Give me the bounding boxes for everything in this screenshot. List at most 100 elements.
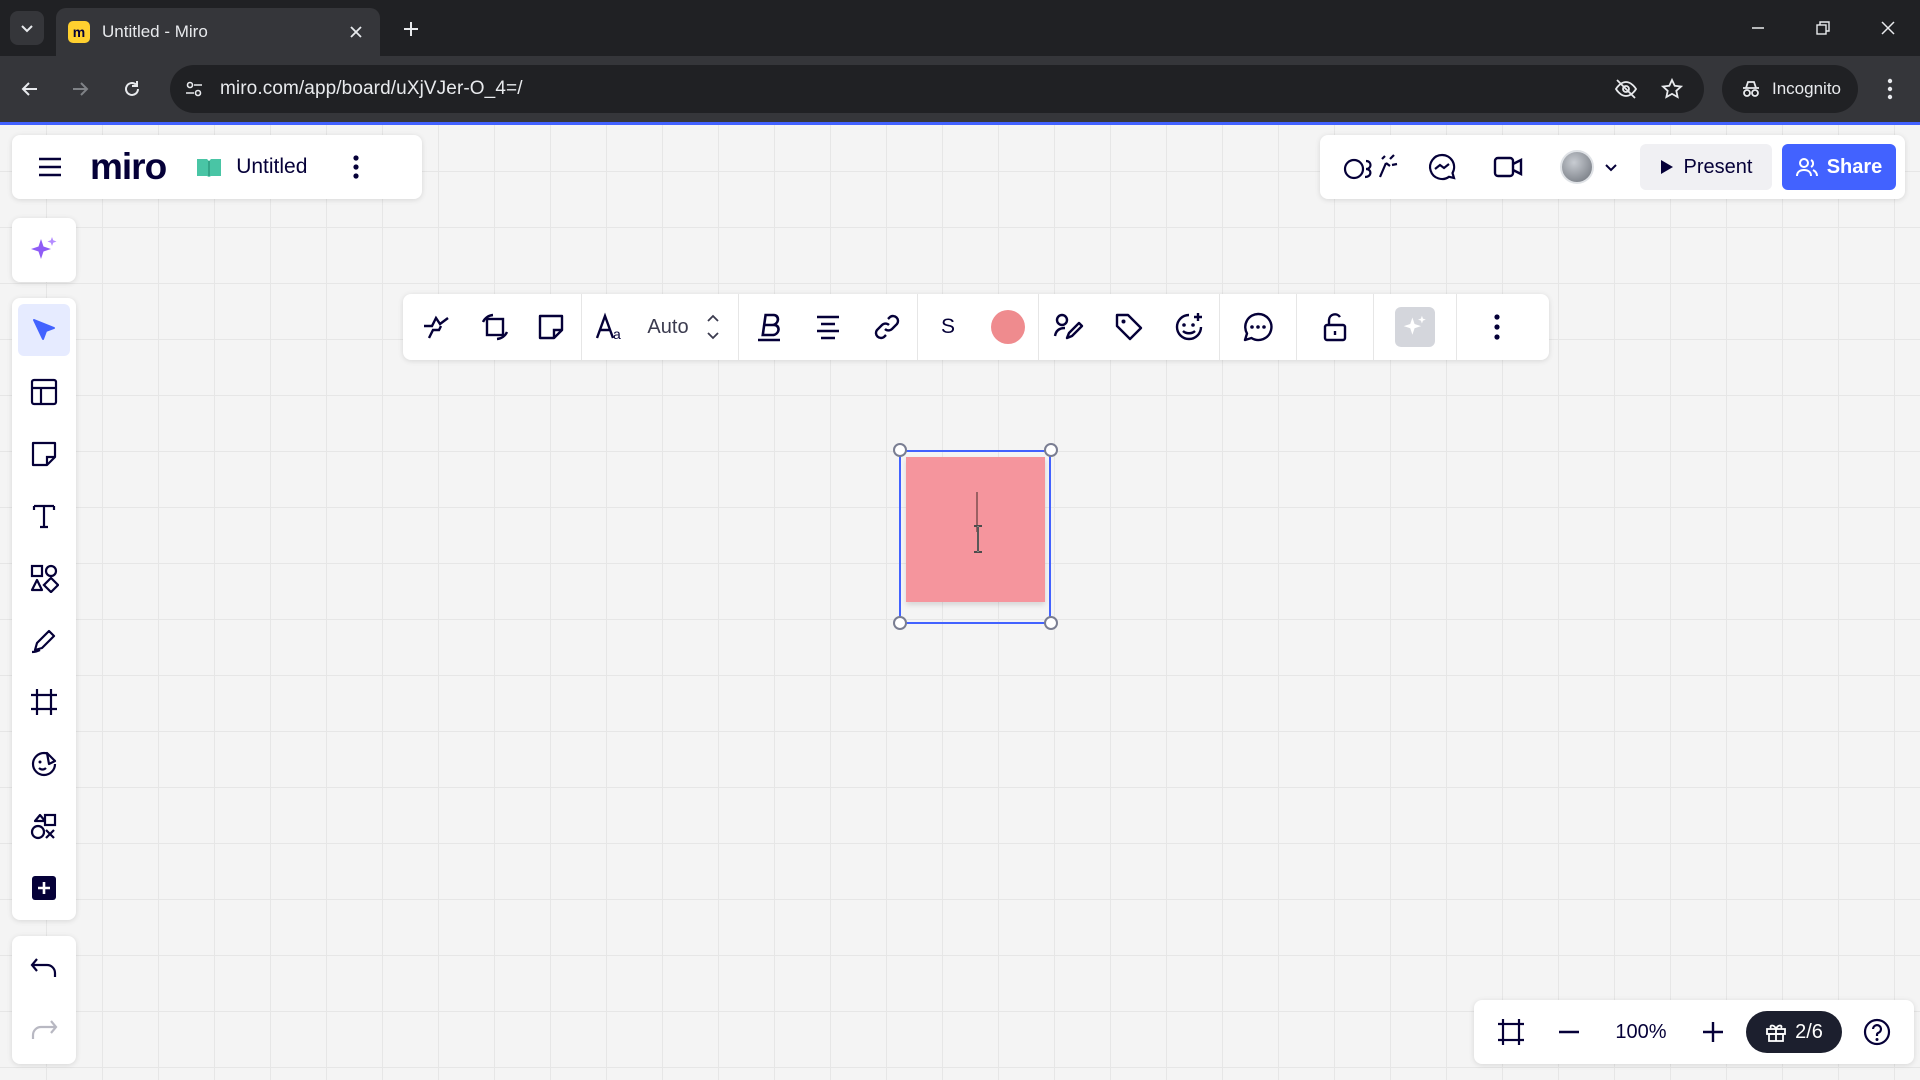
ai-assist-button[interactable] [18, 224, 70, 276]
present-button[interactable]: Present [1640, 144, 1772, 190]
close-icon [1881, 21, 1895, 35]
select-tool[interactable] [18, 304, 70, 356]
diagramming-tool[interactable] [18, 800, 70, 852]
more-vertical-icon [1887, 78, 1893, 100]
frame-tool[interactable] [18, 676, 70, 728]
tag-icon [1115, 313, 1143, 341]
sticky-type-button[interactable] [403, 294, 469, 360]
avatar[interactable] [1560, 150, 1594, 184]
redo-button[interactable] [18, 1004, 70, 1056]
restore-button[interactable] [1801, 8, 1845, 48]
omnibox[interactable]: miro.com/app/board/uXjVJer-O_4=/ [170, 65, 1704, 113]
link-button[interactable] [857, 294, 917, 360]
shapes-tool[interactable] [18, 552, 70, 604]
collaborators-dropdown[interactable] [1548, 144, 1630, 190]
author-button[interactable] [1039, 294, 1099, 360]
collaboration-bar: Present Share [1320, 135, 1905, 199]
zoom-level[interactable]: 100% [1598, 1021, 1684, 1044]
fit-to-screen-button[interactable] [1482, 1004, 1540, 1060]
share-button[interactable]: Share [1782, 144, 1896, 190]
incognito-indicator[interactable]: Incognito [1722, 65, 1858, 113]
video-call-button[interactable] [1482, 143, 1534, 191]
tag-button[interactable] [1099, 294, 1159, 360]
font-button[interactable]: a [582, 294, 638, 360]
resize-handle-top-right[interactable] [1044, 443, 1058, 457]
new-tab-button[interactable] [396, 14, 426, 44]
tab-title: Untitled - Miro [102, 22, 208, 41]
ai-actions-button[interactable] [1374, 294, 1456, 360]
board-book-icon[interactable] [196, 156, 222, 178]
pen-tool[interactable] [18, 614, 70, 666]
font-size-stepper[interactable] [698, 294, 728, 360]
forward-button[interactable] [64, 73, 96, 105]
rotate-shape-icon [481, 313, 509, 341]
zoom-in-button[interactable] [1684, 1004, 1742, 1060]
sticky-note-icon [538, 314, 564, 340]
window-close-button[interactable] [1866, 8, 1910, 48]
sticker-icon [31, 751, 57, 777]
frame-icon [31, 689, 57, 715]
resize-handle-bottom-left[interactable] [893, 616, 907, 630]
minimize-button[interactable] [1736, 8, 1780, 48]
url-text[interactable]: miro.com/app/board/uXjVJer-O_4=/ [220, 78, 523, 100]
chevron-up-icon[interactable] [706, 313, 720, 323]
whats-new-button[interactable]: 2/6 [1746, 1011, 1842, 1053]
plus-icon [1703, 1022, 1723, 1042]
templates-icon [30, 378, 58, 406]
font-size-field[interactable]: Auto [638, 294, 698, 360]
stickers-tool[interactable] [18, 738, 70, 790]
reload-button[interactable] [116, 73, 148, 105]
sticky-note-tool[interactable] [18, 428, 70, 480]
diagram-shapes-icon [30, 813, 57, 840]
eye-off-icon[interactable] [1614, 77, 1638, 101]
main-menu-button[interactable] [22, 139, 78, 195]
bold-icon [758, 313, 780, 342]
back-button[interactable] [14, 73, 46, 105]
align-button[interactable] [799, 294, 857, 360]
convert-shape-button[interactable] [469, 294, 521, 360]
tab-search-button[interactable] [10, 11, 44, 45]
color-button[interactable] [978, 294, 1038, 360]
sticky-stack-icon [424, 315, 449, 339]
bookmark-star-icon[interactable] [1660, 77, 1684, 101]
chevron-down-icon [21, 25, 33, 33]
browser-menu-button[interactable] [1874, 73, 1906, 105]
chat-button[interactable] [1416, 143, 1468, 191]
zoom-out-button[interactable] [1540, 1004, 1598, 1060]
browser-tab[interactable]: m Untitled - Miro [56, 8, 380, 56]
board-menu-button[interactable] [341, 147, 371, 187]
text-style-button[interactable]: S [918, 294, 978, 360]
unlock-icon [1323, 313, 1347, 342]
browser-tab-bar: m Untitled - Miro [0, 0, 1920, 56]
text-tool[interactable] [18, 490, 70, 542]
more-options-button[interactable] [1457, 294, 1537, 360]
share-label: Share [1826, 155, 1883, 178]
reactions-button[interactable] [1332, 143, 1412, 191]
lock-button[interactable] [1297, 294, 1373, 360]
resize-handle-bottom-right[interactable] [1044, 616, 1058, 630]
comment-button[interactable] [1220, 294, 1296, 360]
miro-logo[interactable]: miro [90, 146, 167, 188]
sticky-note-icon [31, 441, 57, 467]
undo-button[interactable] [18, 942, 70, 994]
board-title[interactable]: Untitled [236, 155, 307, 179]
tab-close-button[interactable] [344, 20, 368, 44]
whats-new-count: 2/6 [1795, 1020, 1823, 1043]
resize-handle-top-left[interactable] [893, 443, 907, 457]
more-apps-tool[interactable] [18, 862, 70, 914]
bold-button[interactable] [739, 294, 799, 360]
board-header: miro Untitled [12, 135, 422, 199]
templates-tool[interactable] [18, 366, 70, 418]
chevron-down-icon [1605, 164, 1617, 172]
font-icon: a [595, 312, 621, 342]
chevron-down-icon[interactable] [706, 331, 720, 341]
ibeam-cursor-icon [974, 525, 982, 553]
help-button[interactable] [1848, 1004, 1906, 1060]
ai-assist-panel [12, 218, 76, 282]
browser-address-bar: miro.com/app/board/uXjVJer-O_4=/ Incogni… [0, 56, 1920, 122]
site-info-icon[interactable] [182, 77, 206, 101]
sparkle-icon [31, 237, 57, 259]
reaction-button[interactable] [1159, 294, 1219, 360]
sticky-shape-button[interactable] [521, 294, 581, 360]
text-icon [32, 504, 56, 529]
